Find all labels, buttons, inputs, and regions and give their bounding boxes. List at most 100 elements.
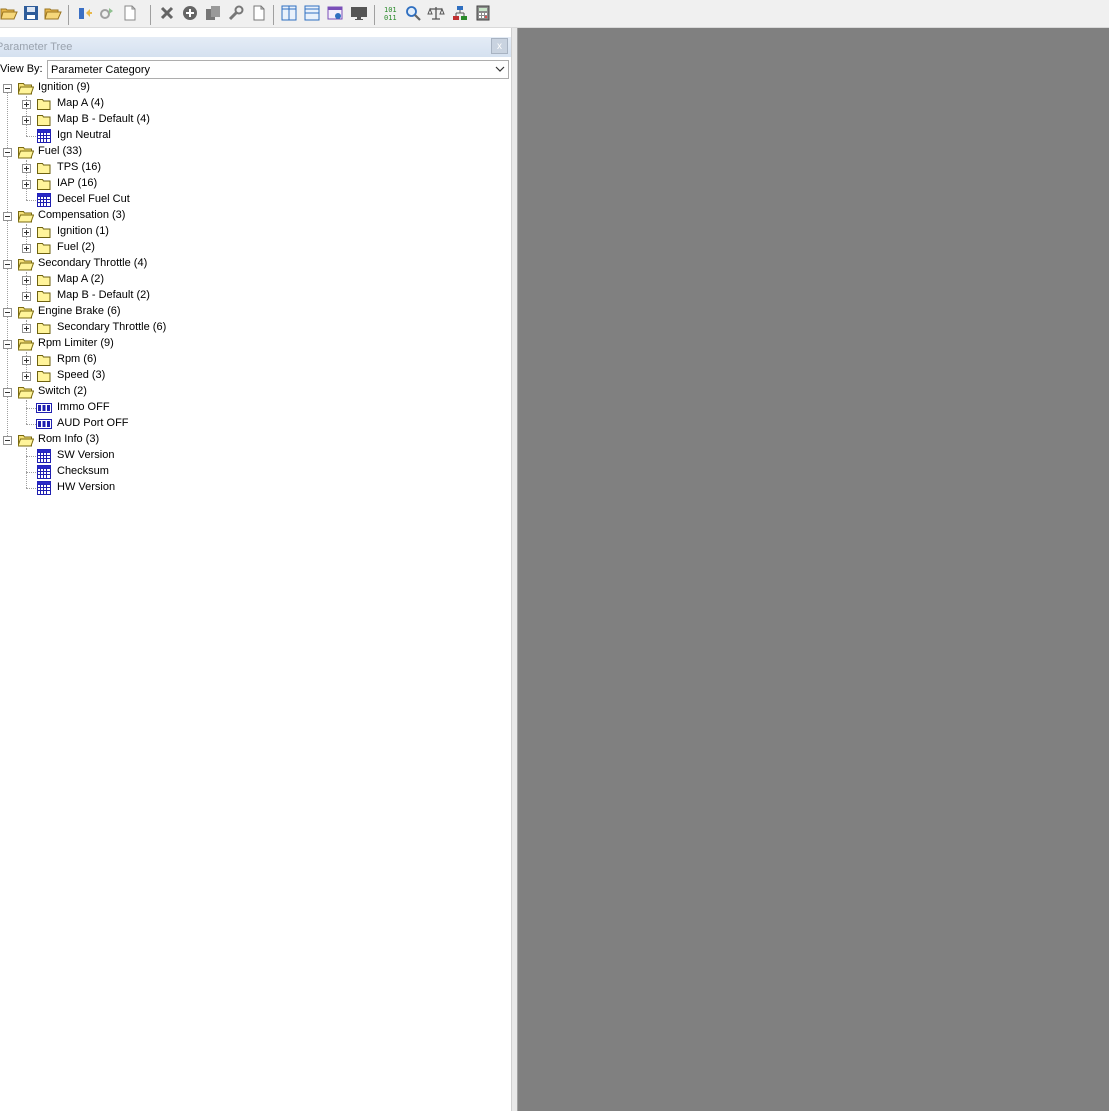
tree-node-map-a-2[interactable]: Map A (2) xyxy=(0,272,300,288)
hierarchy-button[interactable] xyxy=(451,5,469,23)
read-ecu-button[interactable] xyxy=(76,5,94,23)
tree-node-engine-brake-6[interactable]: Engine Brake (6) xyxy=(0,304,300,320)
copy-button[interactable] xyxy=(204,5,222,23)
compare-scale-button[interactable] xyxy=(427,5,445,23)
tree-node-rpm-limiter-9[interactable]: Rpm Limiter (9) xyxy=(0,336,300,352)
tree-node-tps-16[interactable]: TPS (16) xyxy=(0,160,300,176)
switch-icon xyxy=(36,401,52,415)
tree-node-sw-version[interactable]: SW Version xyxy=(0,448,300,464)
save-button[interactable] xyxy=(22,5,40,23)
open-folder-button[interactable] xyxy=(44,5,62,23)
tree-node-aud-port-off[interactable]: AUD Port OFF xyxy=(0,416,300,432)
tree-node-label: Rpm (6) xyxy=(57,353,97,365)
tree-node-switch-2[interactable]: Switch (2) xyxy=(0,384,300,400)
compare-scale-icon xyxy=(427,5,445,24)
toolbar-separator xyxy=(68,5,69,25)
wrench-button[interactable] xyxy=(227,5,245,23)
expand-toggle-icon[interactable] xyxy=(22,292,31,301)
tree-node-secondary-throttle-4[interactable]: Secondary Throttle (4) xyxy=(0,256,300,272)
tree-node-checksum[interactable]: Checksum xyxy=(0,464,300,480)
expand-toggle-icon[interactable] xyxy=(22,276,31,285)
add-button[interactable] xyxy=(181,5,199,23)
view-by-row: View By: Parameter Category xyxy=(0,59,511,80)
panel-splitter[interactable] xyxy=(511,28,518,1111)
delete-button[interactable] xyxy=(158,5,176,23)
tree-node-map-b-default-2[interactable]: Map B - Default (2) xyxy=(0,288,300,304)
binary-button[interactable]: 101 011 xyxy=(382,5,400,23)
expand-toggle-icon[interactable] xyxy=(22,324,31,333)
panel-close-button[interactable]: x xyxy=(491,38,508,54)
copy-icon xyxy=(205,5,221,24)
folder-open-icon xyxy=(17,337,35,351)
expand-toggle-icon[interactable] xyxy=(22,180,31,189)
expand-toggle-icon[interactable] xyxy=(22,164,31,173)
tree-node-compensation-3[interactable]: Compensation (3) xyxy=(0,208,300,224)
tree-node-secondary-throttle-6[interactable]: Secondary Throttle (6) xyxy=(0,320,300,336)
tree-node-label: Rpm Limiter (9) xyxy=(38,337,114,349)
tree-node-label: Speed (3) xyxy=(57,369,106,381)
tree-node-decel-fuel-cut[interactable]: Decel Fuel Cut xyxy=(0,192,300,208)
tree-node-hw-version[interactable]: HW Version xyxy=(0,480,300,496)
collapse-toggle-icon[interactable] xyxy=(3,148,12,157)
toolbar-separator xyxy=(150,5,151,25)
tree-node-map-a-4[interactable]: Map A (4) xyxy=(0,96,300,112)
write-ecu-button[interactable] xyxy=(98,5,116,23)
add-icon xyxy=(182,5,198,24)
tree-node-ign-neutral[interactable]: Ign Neutral xyxy=(0,128,300,144)
write-ecu-icon xyxy=(99,5,115,24)
tree-node-iap-16[interactable]: IAP (16) xyxy=(0,176,300,192)
expand-toggle-icon[interactable] xyxy=(22,228,31,237)
document-button[interactable] xyxy=(250,5,268,23)
tree-node-fuel-2[interactable]: Fuel (2) xyxy=(0,240,300,256)
collapse-toggle-icon[interactable] xyxy=(3,388,12,397)
folder-open-icon xyxy=(17,257,35,271)
view-by-dropdown[interactable]: Parameter Category xyxy=(47,60,509,79)
tree-node-speed-3[interactable]: Speed (3) xyxy=(0,368,300,384)
expand-toggle-icon[interactable] xyxy=(22,116,31,125)
tree-node-label: Fuel (2) xyxy=(57,241,95,253)
tree-node-label: TPS (16) xyxy=(57,161,102,173)
tree-node-rom-info-3[interactable]: Rom Info (3) xyxy=(0,432,300,448)
tree-node-ignition-9[interactable]: Ignition (9) xyxy=(0,80,300,96)
new-document-button[interactable] xyxy=(121,5,139,23)
parameter-tree: Ignition (9) Map A (4) Map B - Default (4)… xyxy=(0,80,511,1111)
window-info-button[interactable] xyxy=(326,5,344,23)
tree-node-immo-off[interactable]: Immo OFF xyxy=(0,400,300,416)
expand-toggle-icon[interactable] xyxy=(22,372,31,381)
tree-node-ignition-1[interactable]: Ignition (1) xyxy=(0,224,300,240)
monitor-icon xyxy=(350,5,368,24)
collapse-toggle-icon[interactable] xyxy=(3,84,12,93)
collapse-toggle-icon[interactable] xyxy=(3,212,12,221)
split-vertical-button[interactable] xyxy=(280,5,298,23)
collapse-toggle-icon[interactable] xyxy=(3,340,12,349)
expand-toggle-icon[interactable] xyxy=(22,244,31,253)
panel-title: Parameter Tree xyxy=(0,41,73,53)
folder-icon xyxy=(36,113,52,127)
tree-node-fuel-33[interactable]: Fuel (33) xyxy=(0,144,300,160)
folder-open-icon xyxy=(17,385,35,399)
tree-node-label: Map B - Default (2) xyxy=(57,289,150,301)
expand-toggle-icon[interactable] xyxy=(22,356,31,365)
calculator-button[interactable] xyxy=(474,5,492,23)
collapse-toggle-icon[interactable] xyxy=(3,436,12,445)
hierarchy-icon xyxy=(452,5,468,24)
expand-toggle-icon[interactable] xyxy=(22,100,31,109)
tree-node-label: HW Version xyxy=(57,481,116,493)
new-document-icon xyxy=(123,5,137,24)
monitor-button[interactable] xyxy=(350,5,368,23)
search-icon xyxy=(405,5,421,24)
tree-node-map-b-default-4[interactable]: Map B - Default (4) xyxy=(0,112,300,128)
collapse-toggle-icon[interactable] xyxy=(3,308,12,317)
tree-node-label: Map A (2) xyxy=(57,273,105,285)
collapse-toggle-icon[interactable] xyxy=(3,260,12,269)
folder-icon xyxy=(36,241,52,255)
open-button[interactable] xyxy=(0,5,18,23)
split-vertical-icon xyxy=(281,5,297,24)
folder-open-icon xyxy=(17,433,35,447)
split-horizontal-button[interactable] xyxy=(303,5,321,23)
tree-node-rpm-6[interactable]: Rpm (6) xyxy=(0,352,300,368)
main-toolbar: 101 011 xyxy=(0,0,1109,28)
search-button[interactable] xyxy=(404,5,422,23)
toolbar-separator xyxy=(374,5,375,25)
folder-icon xyxy=(36,177,52,191)
